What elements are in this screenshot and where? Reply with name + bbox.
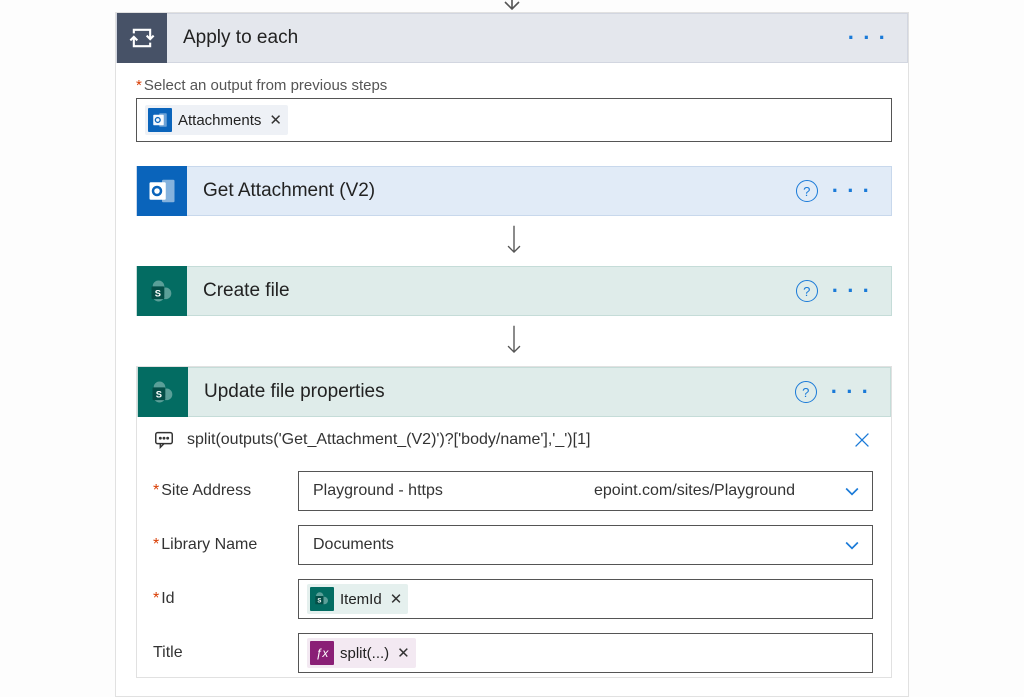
split-fx-token[interactable]: ƒx split(...) ✕: [307, 638, 416, 668]
library-name-input[interactable]: Documents: [298, 525, 873, 565]
sharepoint-icon: S: [137, 266, 187, 316]
title-row: Title ƒx split(...) ✕: [153, 633, 873, 673]
sharepoint-icon: S: [138, 367, 188, 417]
id-label: *Id: [153, 590, 298, 608]
library-name-row: *Library Name Documents: [153, 525, 873, 565]
site-address-input[interactable]: Playground - https epoint.com/sites/Play…: [298, 471, 873, 511]
site-address-value: Playground - https epoint.com/sites/Play…: [313, 482, 795, 500]
split-token-label: split(...): [340, 645, 389, 662]
id-row: *Id S ItemId ✕: [153, 579, 873, 619]
attachments-token-label: Attachments: [178, 112, 261, 129]
close-icon[interactable]: [851, 429, 873, 451]
arrow-connector: [136, 316, 892, 366]
attachments-token[interactable]: Attachments ✕: [145, 105, 288, 135]
help-icon[interactable]: ?: [795, 381, 817, 403]
update-file-header[interactable]: S Update file properties ? · · ·: [137, 367, 891, 417]
get-attachment-header[interactable]: Get Attachment (V2) ? · · ·: [136, 166, 892, 216]
select-output-label: *Select an output from previous steps: [136, 77, 892, 94]
update-file-properties-card: S Update file properties ? · · · split(o…: [136, 366, 892, 678]
remove-token-icon[interactable]: ✕: [269, 111, 282, 129]
comment-icon: [153, 429, 175, 451]
svg-text:S: S: [317, 598, 321, 604]
remove-token-icon[interactable]: ✕: [397, 644, 410, 662]
apply-to-each-header[interactable]: Apply to each · · ·: [116, 13, 908, 63]
more-icon[interactable]: · · ·: [848, 27, 887, 49]
itemid-token[interactable]: S ItemId ✕: [307, 584, 408, 614]
more-icon[interactable]: · · ·: [832, 180, 871, 202]
chevron-down-icon[interactable]: [842, 481, 862, 501]
chevron-down-icon[interactable]: [842, 535, 862, 555]
remove-token-icon[interactable]: ✕: [390, 590, 403, 608]
update-file-title: Update file properties: [188, 381, 795, 403]
svg-text:S: S: [155, 288, 161, 298]
library-name-label: *Library Name: [153, 536, 298, 554]
id-input[interactable]: S ItemId ✕: [298, 579, 873, 619]
expression-bar: split(outputs('Get_Attachment_(V2)')?['b…: [137, 417, 891, 457]
arrow-connector: [115, 0, 909, 12]
library-name-value: Documents: [313, 536, 394, 554]
select-output-input[interactable]: Attachments ✕: [136, 98, 892, 142]
site-address-label: *Site Address: [153, 482, 298, 500]
itemid-token-label: ItemId: [340, 591, 382, 608]
title-label: Title: [153, 644, 298, 662]
arrow-connector: [136, 216, 892, 266]
outlook-token-icon: [148, 108, 172, 132]
get-attachment-title: Get Attachment (V2): [187, 180, 796, 202]
apply-to-each-title: Apply to each: [167, 27, 848, 49]
help-icon[interactable]: ?: [796, 280, 818, 302]
create-file-title: Create file: [187, 280, 796, 302]
sharepoint-token-icon: S: [310, 587, 334, 611]
more-icon[interactable]: · · ·: [831, 381, 870, 403]
title-input[interactable]: ƒx split(...) ✕: [298, 633, 873, 673]
create-file-header[interactable]: S Create file ? · · ·: [136, 266, 892, 316]
svg-text:S: S: [156, 389, 162, 399]
expression-text: split(outputs('Get_Attachment_(V2)')?['b…: [187, 431, 839, 449]
create-file-card: S Create file ? · · ·: [136, 266, 892, 316]
site-address-row: *Site Address Playground - https epoint.…: [153, 471, 873, 511]
get-attachment-card: Get Attachment (V2) ? · · ·: [136, 166, 892, 216]
loop-icon: [117, 13, 167, 63]
outlook-icon: [137, 166, 187, 216]
fx-icon: ƒx: [310, 641, 334, 665]
more-icon[interactable]: · · ·: [832, 280, 871, 302]
apply-to-each-card: Apply to each · · · *Select an output fr…: [115, 12, 909, 697]
help-icon[interactable]: ?: [796, 180, 818, 202]
apply-to-each-body: *Select an output from previous steps At…: [116, 63, 908, 696]
